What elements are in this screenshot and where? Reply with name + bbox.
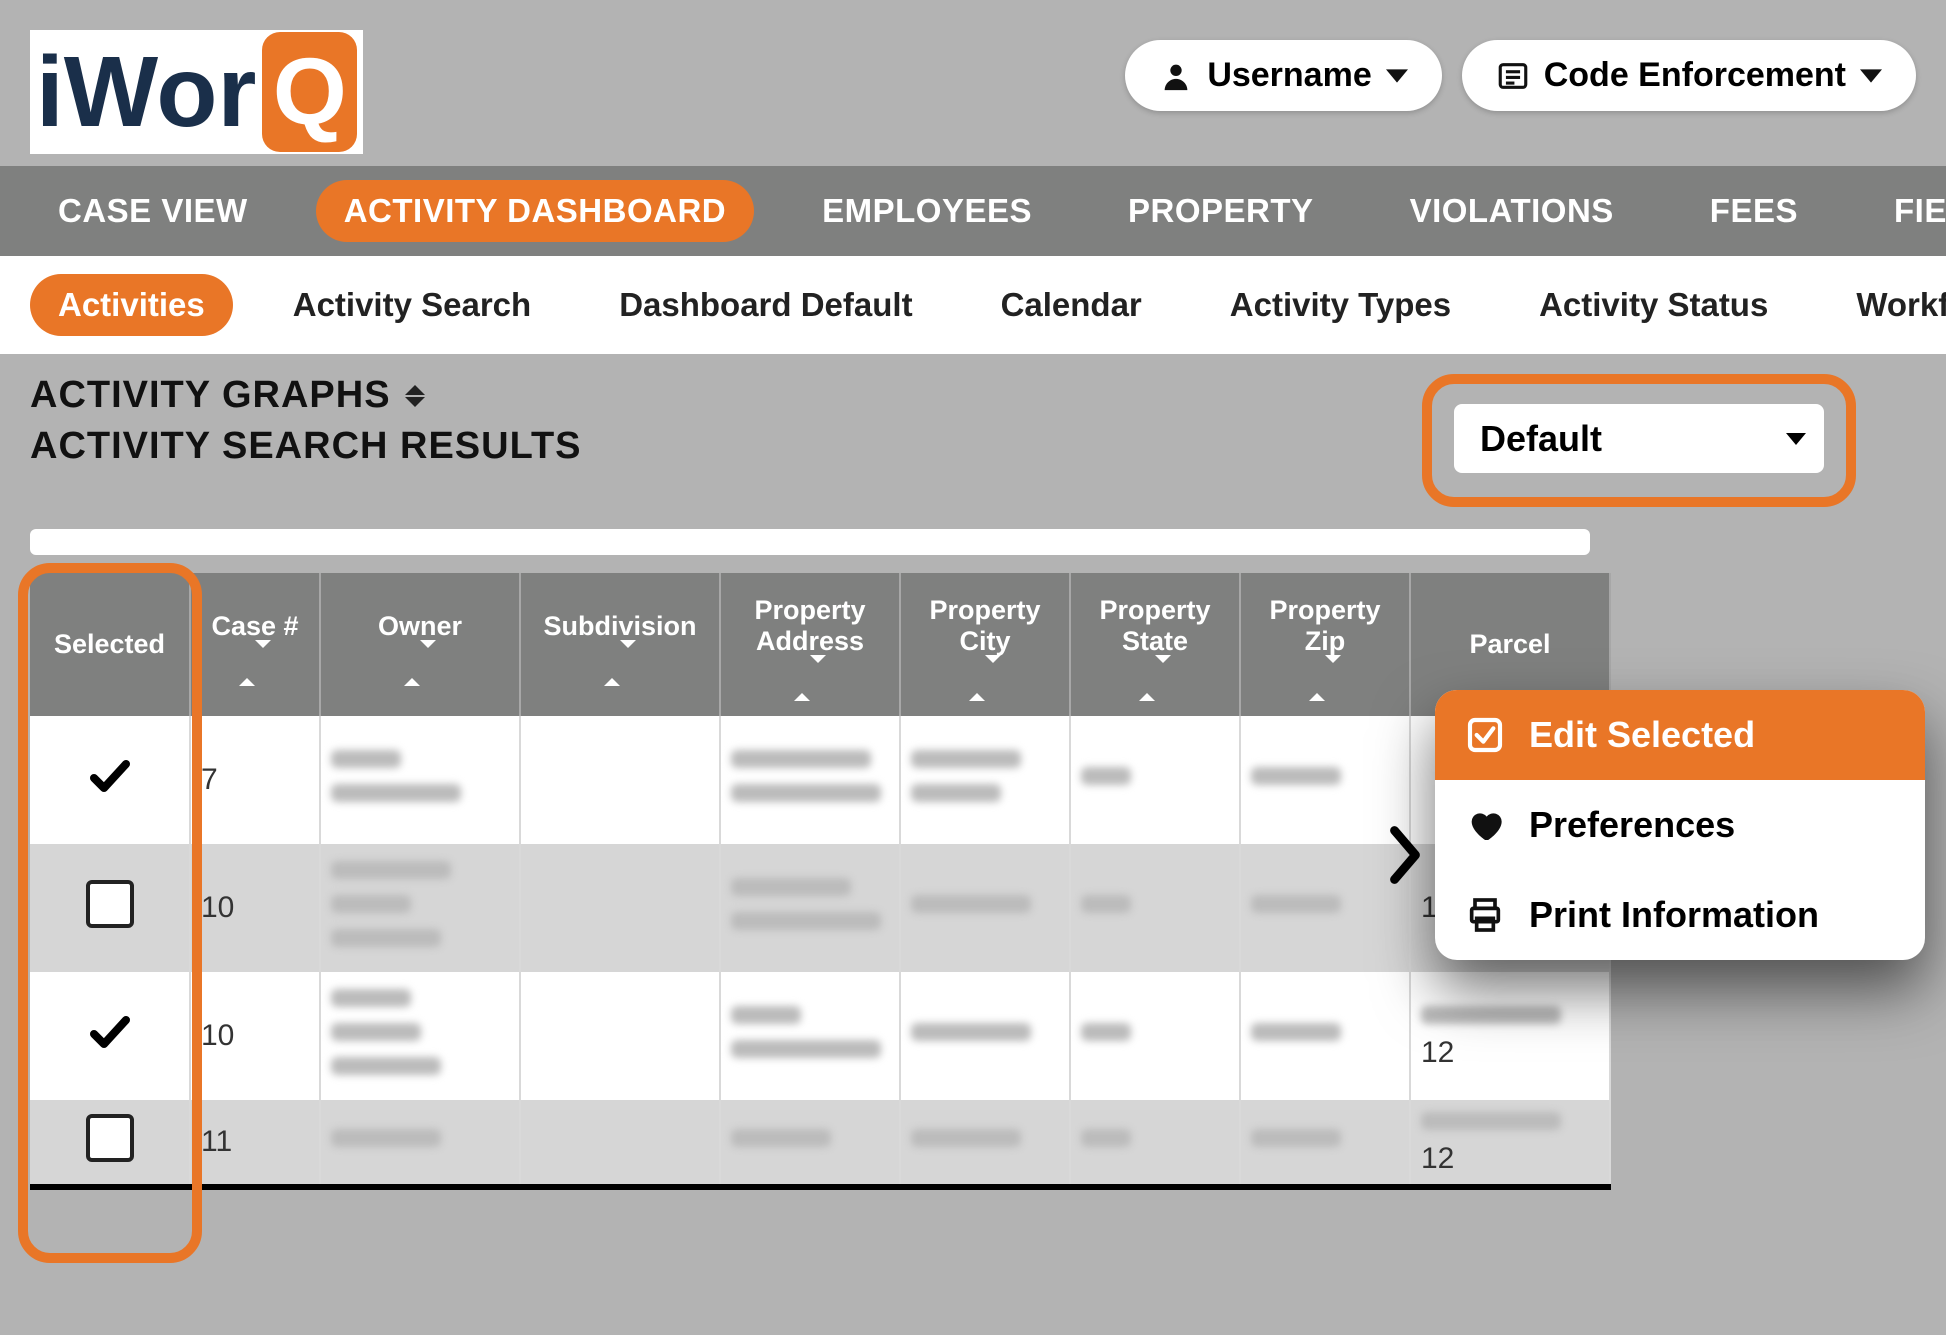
nav-fields[interactable]: FIELDS	[1866, 180, 1946, 242]
cell-state	[1070, 716, 1240, 844]
cell-address	[720, 844, 900, 972]
tab-workflows[interactable]: Workflows	[1828, 274, 1946, 336]
cell-subdivision	[520, 1100, 720, 1187]
tab-activity-search[interactable]: Activity Search	[265, 274, 559, 336]
nav-fees[interactable]: FEES	[1682, 180, 1826, 242]
nav-violations[interactable]: VIOLATIONS	[1382, 180, 1642, 242]
sub-nav: Activities Activity Search Dashboard Def…	[0, 256, 1946, 354]
checkbox-icon	[1465, 715, 1505, 755]
menu-preferences[interactable]: Preferences	[1435, 780, 1925, 870]
nav-case-view[interactable]: CASE VIEW	[30, 180, 276, 242]
cell-state	[1070, 1100, 1240, 1187]
context-menu: Edit Selected Preferences Print Informat…	[1435, 690, 1925, 960]
module-label: Code Enforcement	[1544, 56, 1846, 95]
cell-city	[900, 972, 1070, 1100]
nav-property[interactable]: PROPERTY	[1100, 180, 1342, 242]
view-select-highlight: Default	[1422, 374, 1856, 507]
tab-calendar[interactable]: Calendar	[973, 274, 1170, 336]
row-select-checkbox[interactable]	[86, 1114, 134, 1162]
cell-state	[1070, 972, 1240, 1100]
menu-label: Print Information	[1529, 894, 1819, 936]
activity-search-results-heading: ACTIVITY SEARCH RESULTS	[30, 425, 582, 468]
results-table: Selected Case # Owner Subdivision Proper…	[30, 573, 1611, 1190]
col-subdivision[interactable]: Subdivision	[520, 573, 720, 716]
activity-graphs-heading[interactable]: ACTIVITY GRAPHS	[30, 374, 582, 417]
flyout-expand-arrow[interactable]	[1380, 820, 1430, 895]
tab-dashboard-default[interactable]: Dashboard Default	[591, 274, 940, 336]
cell-case: 10	[190, 972, 320, 1100]
table-row[interactable]: 11 12	[30, 1100, 1610, 1187]
row-select-checkbox[interactable]	[86, 880, 134, 928]
print-icon	[1465, 895, 1505, 935]
col-property-zip[interactable]: Property Zip	[1240, 573, 1410, 716]
table-row[interactable]: 7	[30, 716, 1610, 844]
cell-address	[720, 972, 900, 1100]
menu-label: Preferences	[1529, 804, 1735, 846]
col-property-state[interactable]: Property State	[1070, 573, 1240, 716]
logo: iWorQ	[30, 30, 363, 154]
cell-owner	[320, 844, 520, 972]
heart-icon	[1465, 805, 1505, 845]
expand-collapse-icon	[405, 385, 425, 407]
cell-zip	[1240, 972, 1410, 1100]
cell-city	[900, 844, 1070, 972]
cell-case: 11	[190, 1100, 320, 1187]
main-nav: CASE VIEW ACTIVITY DASHBOARD EMPLOYEES P…	[0, 166, 1946, 256]
view-select[interactable]: Default	[1454, 404, 1824, 473]
toolbar-spacer	[30, 529, 1590, 555]
tab-activities[interactable]: Activities	[30, 274, 233, 336]
cell-parcel: 12	[1410, 1100, 1610, 1187]
tab-activity-types[interactable]: Activity Types	[1202, 274, 1479, 336]
cell-case: 10	[190, 844, 320, 972]
menu-label: Edit Selected	[1529, 714, 1755, 756]
menu-edit-selected[interactable]: Edit Selected	[1435, 690, 1925, 780]
logo-text-i: i	[36, 42, 64, 142]
cell-owner	[320, 716, 520, 844]
col-case-number[interactable]: Case #	[190, 573, 320, 716]
logo-q-badge: Q	[262, 32, 357, 152]
cell-parcel: 12	[1410, 972, 1610, 1100]
cell-city	[900, 1100, 1070, 1187]
col-property-address[interactable]: Property Address	[720, 573, 900, 716]
cell-address	[720, 716, 900, 844]
list-icon	[1496, 59, 1530, 93]
nav-employees[interactable]: EMPLOYEES	[794, 180, 1060, 242]
caret-down-icon	[1386, 69, 1408, 83]
col-selected[interactable]: Selected	[30, 573, 190, 716]
cell-subdivision	[520, 716, 720, 844]
cell-owner	[320, 972, 520, 1100]
row-selected-check-icon[interactable]	[86, 752, 134, 808]
table-row[interactable]: 10 12	[30, 972, 1610, 1100]
username-dropdown[interactable]: Username	[1125, 40, 1441, 111]
col-property-city[interactable]: Property City	[900, 573, 1070, 716]
logo-text-wor: Wor	[64, 42, 257, 142]
cell-zip	[1240, 1100, 1410, 1187]
cell-city	[900, 716, 1070, 844]
cell-owner	[320, 1100, 520, 1187]
table-row[interactable]: 10 12	[30, 844, 1610, 972]
row-selected-check-icon[interactable]	[86, 1008, 134, 1064]
cell-address	[720, 1100, 900, 1187]
cell-subdivision	[520, 972, 720, 1100]
tab-activity-status[interactable]: Activity Status	[1511, 274, 1796, 336]
username-label: Username	[1207, 56, 1371, 95]
user-icon	[1159, 59, 1193, 93]
cell-case: 7	[190, 716, 320, 844]
cell-subdivision	[520, 844, 720, 972]
caret-down-icon	[1860, 69, 1882, 83]
col-owner[interactable]: Owner	[320, 573, 520, 716]
module-dropdown[interactable]: Code Enforcement	[1462, 40, 1916, 111]
cell-state	[1070, 844, 1240, 972]
menu-print-information[interactable]: Print Information	[1435, 870, 1925, 960]
nav-activity-dashboard[interactable]: ACTIVITY DASHBOARD	[316, 180, 754, 242]
